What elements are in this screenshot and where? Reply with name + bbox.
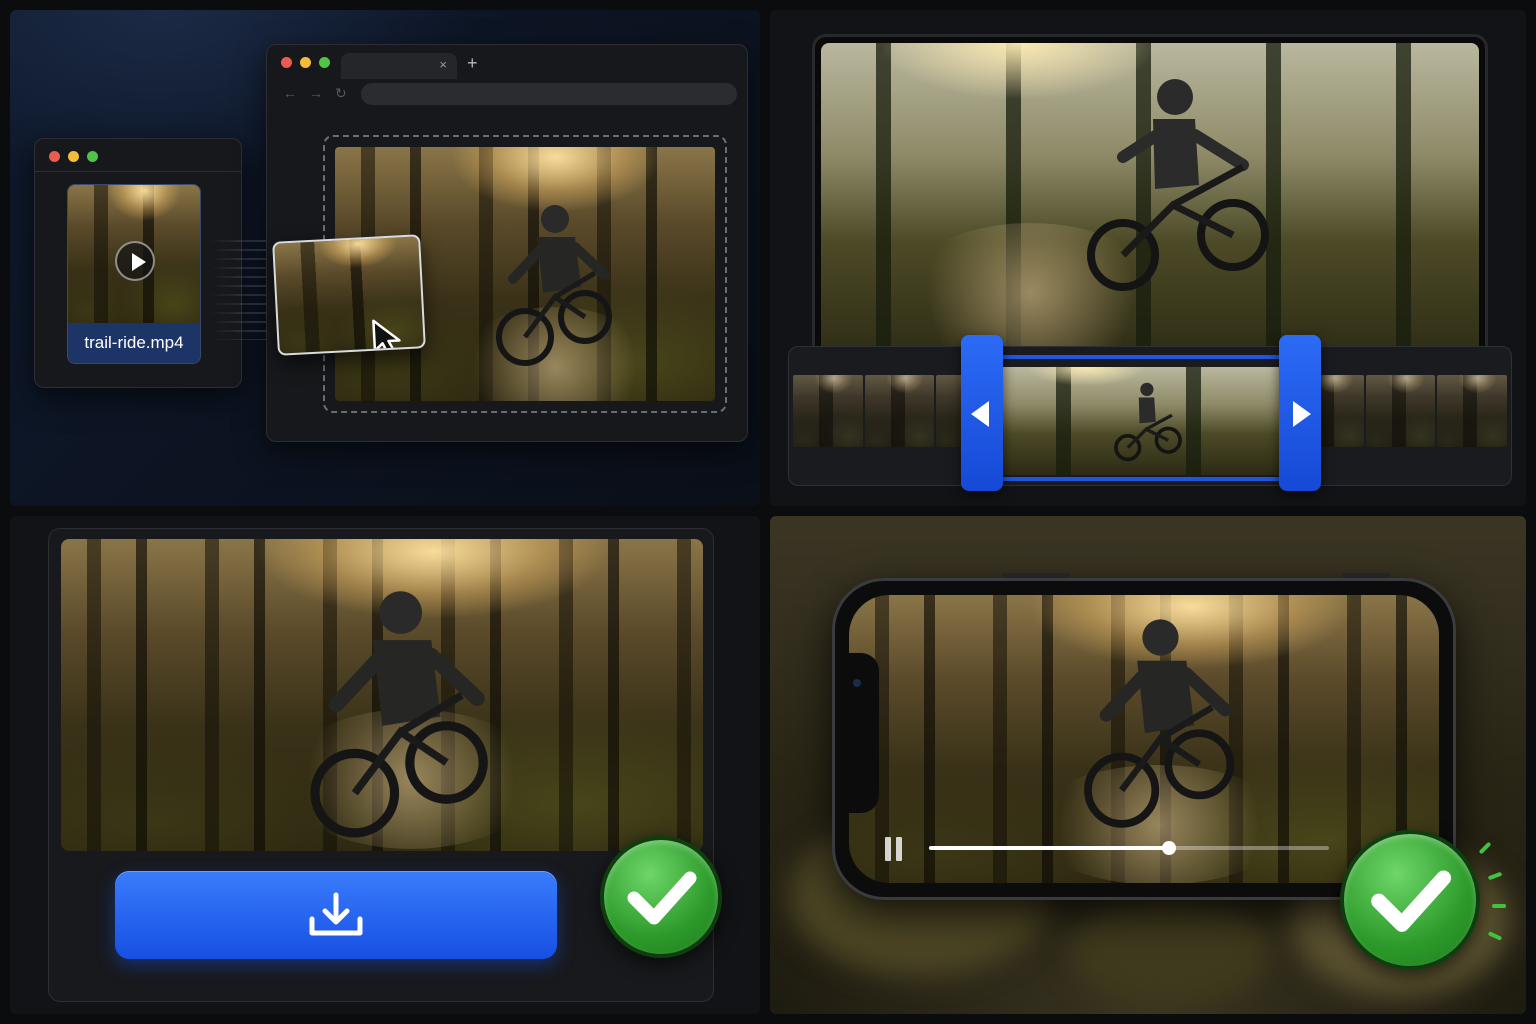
timeline-frame bbox=[793, 375, 863, 447]
trim-end-handle[interactable] bbox=[1279, 335, 1321, 491]
file-name-label: trail-ride.mp4 bbox=[68, 323, 200, 363]
trim-selection[interactable] bbox=[1001, 355, 1285, 481]
mobile-playback-panel bbox=[770, 516, 1526, 1014]
timeline-frame bbox=[1437, 375, 1507, 447]
download-icon bbox=[309, 892, 363, 936]
timeline-frame bbox=[864, 375, 935, 447]
selected-clip-preview bbox=[1001, 367, 1285, 475]
checkmark-icon bbox=[627, 871, 697, 925]
titlebar-divider bbox=[35, 171, 241, 172]
back-arrow-icon[interactable]: ← bbox=[283, 85, 297, 101]
front-camera bbox=[853, 679, 861, 687]
trim-panel bbox=[770, 10, 1526, 506]
close-window-button[interactable] bbox=[281, 57, 292, 68]
maximize-window-button[interactable] bbox=[319, 57, 330, 68]
trim-start-handle[interactable] bbox=[961, 335, 1003, 491]
reload-icon[interactable]: ↻ bbox=[335, 85, 347, 102]
playback-scrubber[interactable] bbox=[1162, 841, 1176, 855]
minimize-window-button[interactable] bbox=[300, 57, 311, 68]
browser-tab[interactable]: × bbox=[341, 53, 457, 79]
video-monitor bbox=[812, 34, 1488, 374]
download-panel bbox=[10, 516, 760, 1014]
checkmark-icon bbox=[1371, 870, 1452, 932]
download-complete-badge bbox=[600, 836, 722, 958]
close-window-button[interactable] bbox=[49, 151, 60, 162]
video-preview bbox=[821, 43, 1479, 365]
jumping-rider-illustration bbox=[1087, 79, 1269, 291]
chevron-right-icon bbox=[1293, 401, 1311, 427]
tab-close-icon[interactable]: × bbox=[439, 57, 447, 72]
jumping-rider-illustration bbox=[1114, 382, 1182, 462]
play-icon bbox=[115, 241, 155, 281]
playback-progress-fill bbox=[929, 846, 1169, 850]
phone-notch bbox=[843, 653, 879, 813]
address-bar[interactable] bbox=[361, 83, 737, 105]
download-button[interactable] bbox=[115, 871, 557, 959]
rider-illustration bbox=[496, 205, 612, 366]
pause-icon[interactable] bbox=[885, 837, 905, 861]
success-ray bbox=[1478, 841, 1492, 855]
forward-arrow-icon[interactable]: → bbox=[309, 85, 323, 101]
playback-progress-bar[interactable] bbox=[929, 841, 1329, 855]
video-file-item[interactable]: trail-ride.mp4 bbox=[67, 184, 201, 364]
rider-illustration bbox=[1084, 619, 1235, 828]
playback-success-badge bbox=[1340, 830, 1480, 970]
success-ray bbox=[1492, 904, 1506, 908]
window-controls bbox=[49, 151, 98, 162]
dragged-video-preview[interactable] bbox=[272, 234, 426, 356]
trim-timeline[interactable] bbox=[788, 335, 1512, 491]
maximize-window-button[interactable] bbox=[87, 151, 98, 162]
success-ray bbox=[1487, 871, 1503, 881]
new-tab-button[interactable]: + bbox=[467, 53, 478, 74]
upload-panel: trail-ride.mp4 × + ← → ↻ bbox=[10, 10, 760, 506]
timeline-frame bbox=[1365, 375, 1436, 447]
exported-video-preview bbox=[61, 539, 703, 851]
minimize-window-button[interactable] bbox=[68, 151, 79, 162]
chevron-left-icon bbox=[971, 401, 989, 427]
rider-illustration bbox=[310, 591, 488, 838]
window-controls bbox=[281, 57, 330, 68]
